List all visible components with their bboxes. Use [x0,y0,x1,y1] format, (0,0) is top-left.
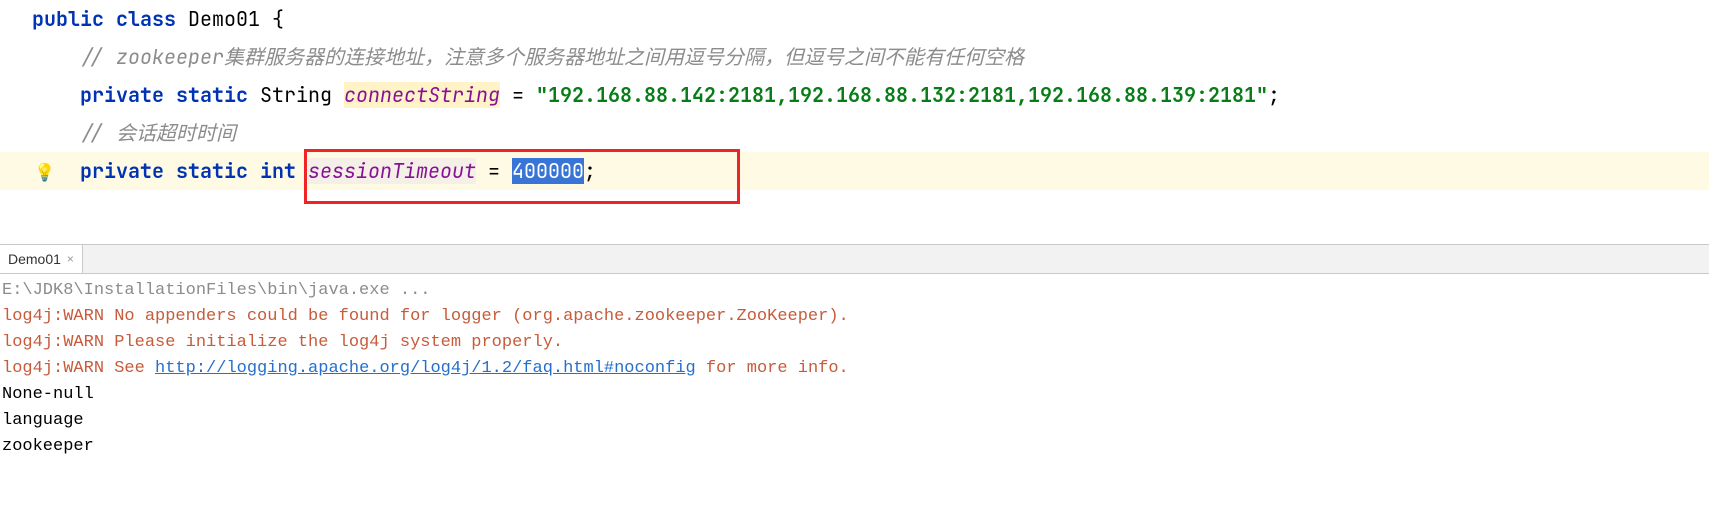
field-name: connectString [344,82,500,108]
type: String [260,82,332,108]
class-name: Demo01 [188,6,260,32]
selected-number[interactable]: 400000 [512,158,584,184]
code-line[interactable]: private static String connectString = "1… [0,76,1709,114]
type-keyword: int [260,158,296,184]
code-line[interactable]: // zookeeper集群服务器的连接地址，注意多个服务器地址之间用逗号分隔，… [0,38,1709,76]
semicolon: ; [1268,82,1280,108]
code-line[interactable]: // 会话超时时间 [0,114,1709,152]
tab-label: Demo01 [8,251,61,267]
console-line-output: None-null [2,382,1707,408]
console-tab-demo01[interactable]: Demo01 × [0,245,83,273]
comment: // 会话超时时间 [80,120,236,146]
keyword: private [80,82,164,108]
console-line-warn: log4j:WARN See http://logging.apache.org… [2,356,1707,382]
operator: = [488,158,500,184]
intention-bulb-icon[interactable]: 💡 [34,163,55,184]
console-output[interactable]: E:\JDK8\InstallationFiles\bin\java.exe .… [0,274,1709,464]
code-line[interactable]: public class Demo01 { [0,0,1709,38]
console-line-warn: log4j:WARN Please initialize the log4j s… [2,330,1707,356]
keyword: class [116,6,176,32]
field-name: sessionTimeout [308,158,476,184]
console-line-output: language [2,408,1707,434]
comment: // zookeeper集群服务器的连接地址，注意多个服务器地址之间用逗号分隔，… [80,44,1024,70]
warn-text: for more info. [696,359,849,378]
operator: = [512,82,524,108]
warn-text: log4j:WARN See [2,359,155,378]
brace: { [272,6,284,32]
code-editor[interactable]: 💡 public class Demo01 { // zookeeper集群服务… [0,0,1709,244]
string-literal: "192.168.88.142:2181,192.168.88.132:2181… [536,82,1268,108]
console-tab-bar: Demo01 × [0,244,1709,274]
console-line-command: E:\JDK8\InstallationFiles\bin\java.exe .… [2,278,1707,304]
console-line-warn: log4j:WARN No appenders could be found f… [2,304,1707,330]
semicolon: ; [584,158,596,184]
keyword: public [32,6,104,32]
keyword: static [176,82,248,108]
keyword: private [80,158,164,184]
code-line-active[interactable]: private static int sessionTimeout = 4000… [0,152,1709,190]
console-line-output: zookeeper [2,434,1707,460]
close-icon[interactable]: × [67,252,74,266]
console-link[interactable]: http://logging.apache.org/log4j/1.2/faq.… [155,359,696,378]
keyword: static [176,158,248,184]
